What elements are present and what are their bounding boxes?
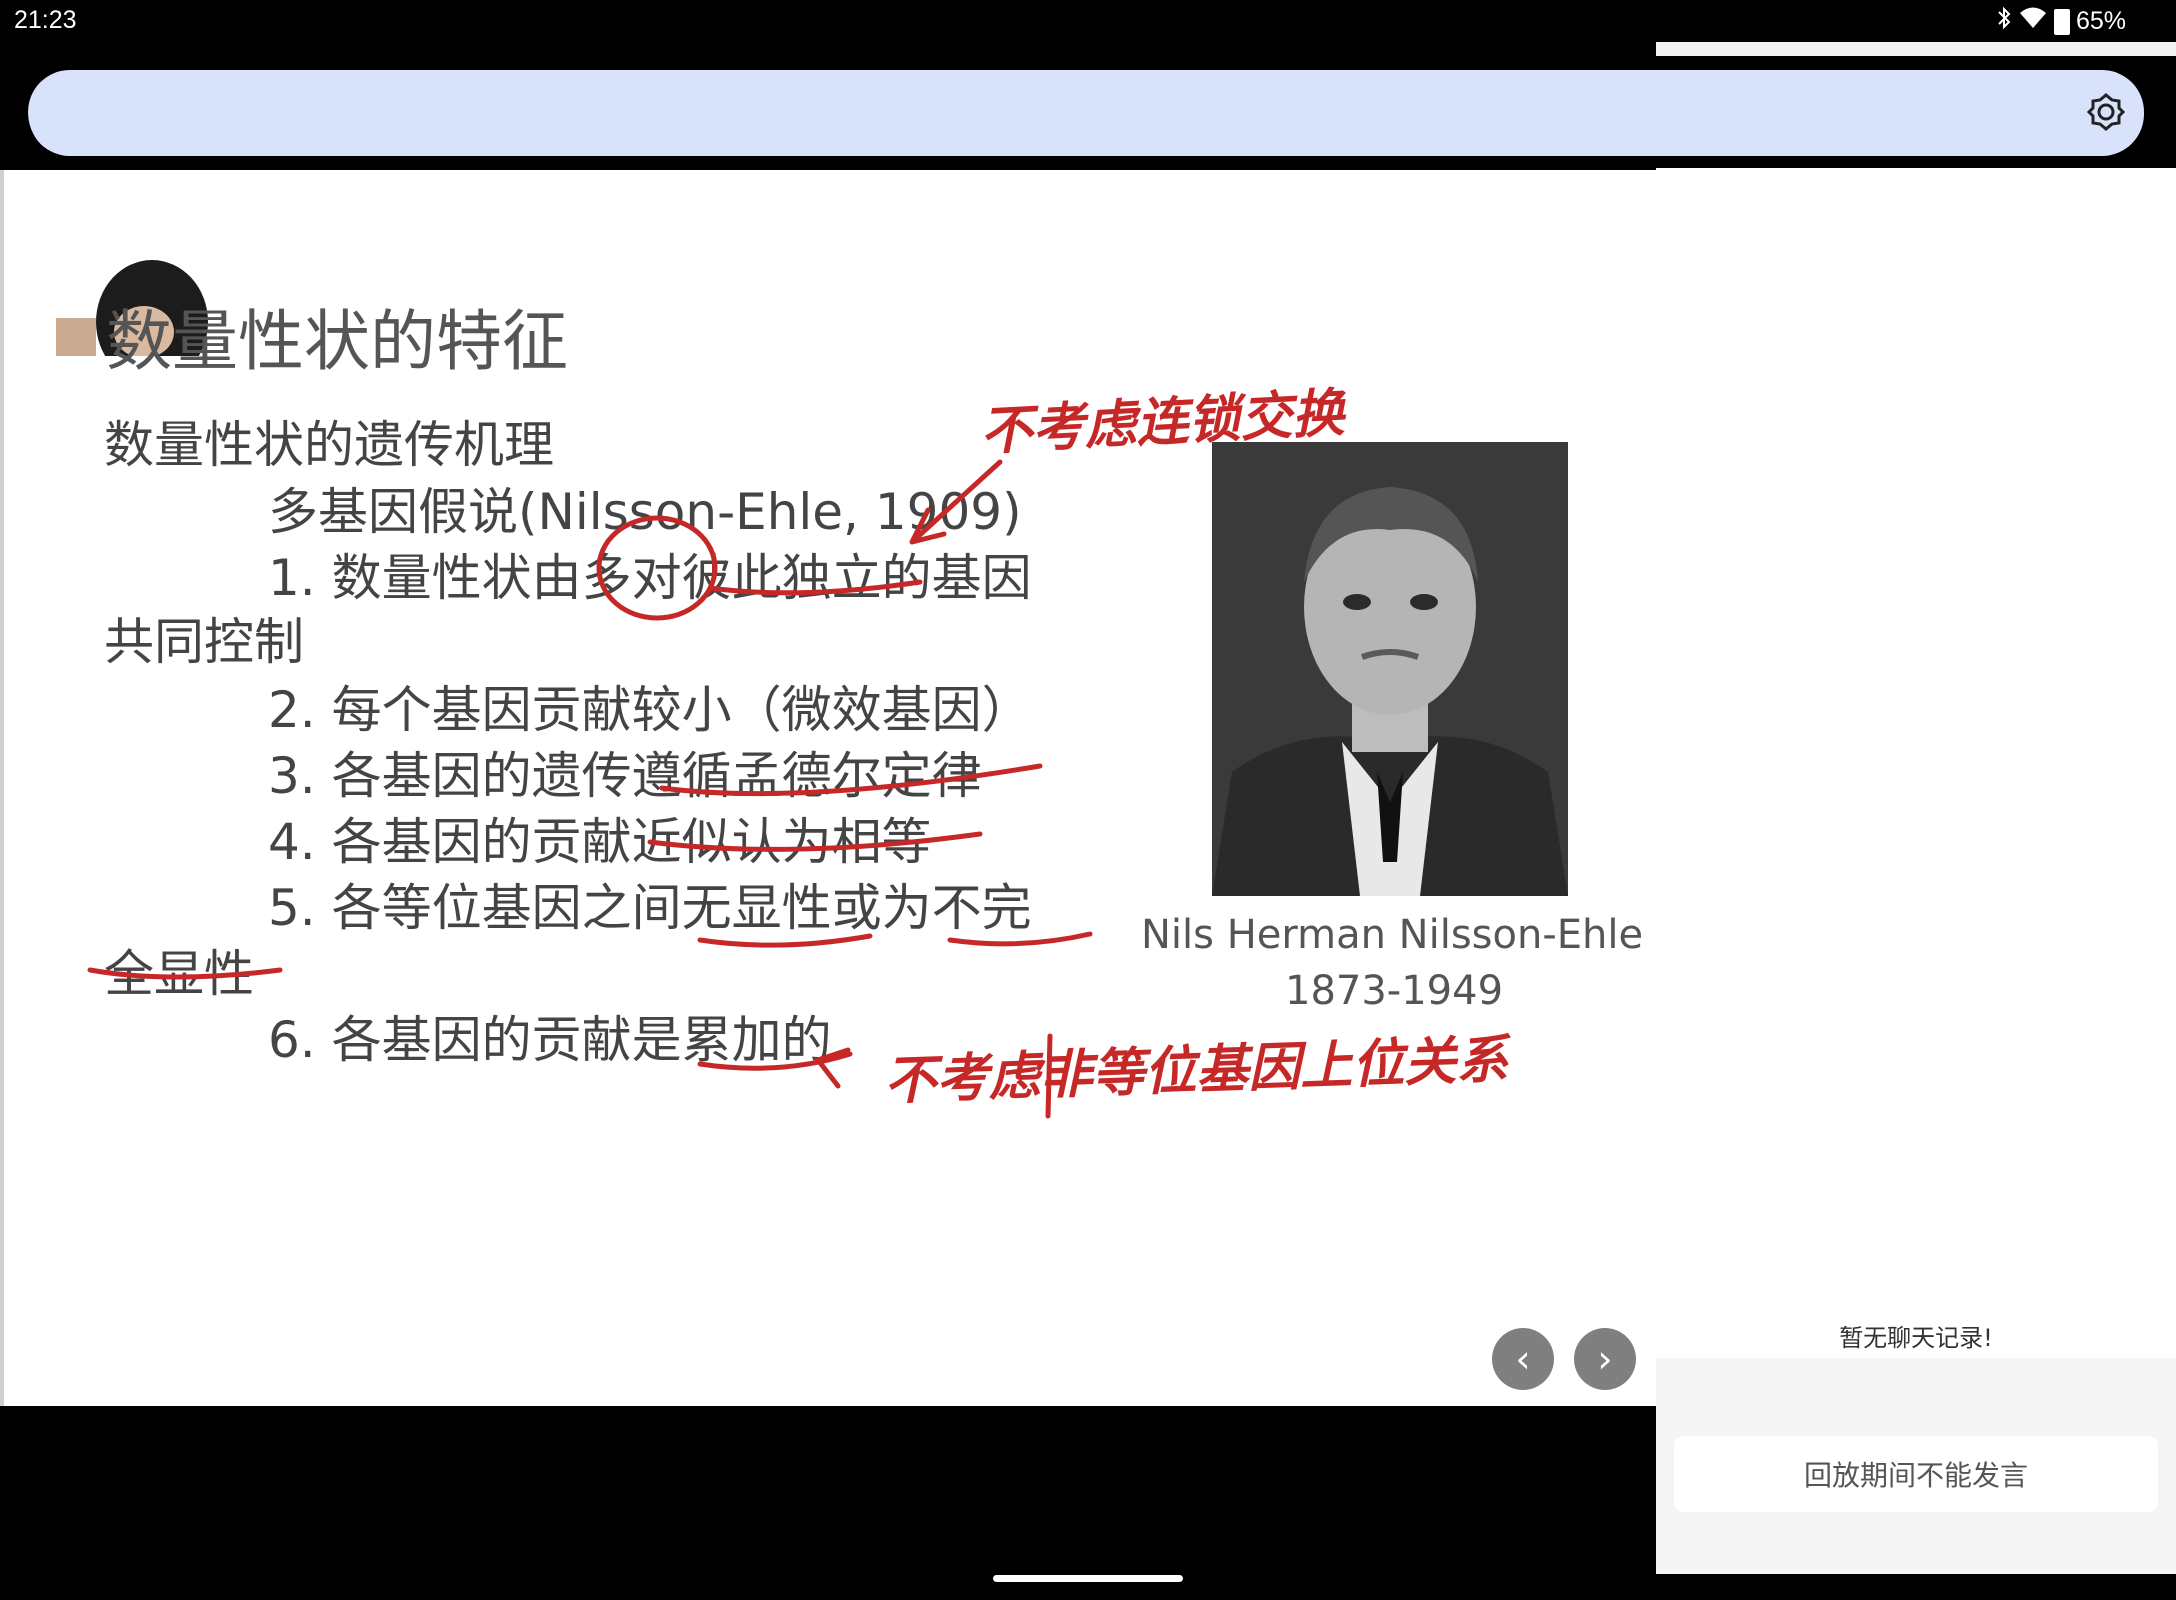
chevron-left-icon: ‹ <box>1515 1337 1531 1381</box>
slide-border <box>0 170 4 1406</box>
battery-icon <box>2053 8 2070 35</box>
chat-empty-message: 暂无聊天记录! <box>1839 1324 1993 1352</box>
brightness-icon[interactable] <box>2086 92 2126 132</box>
arrow-mark <box>909 459 1003 545</box>
next-slide-button[interactable]: › <box>1574 1328 1636 1390</box>
search-input[interactable] <box>28 70 2144 156</box>
panel-top-strip <box>1656 42 2176 56</box>
home-indicator[interactable] <box>993 1575 1183 1582</box>
underline-mark <box>697 933 873 948</box>
circle-mark <box>596 515 718 621</box>
stroke-mark <box>1045 1033 1053 1119</box>
prev-slide-button[interactable]: ‹ <box>1492 1328 1554 1390</box>
annotation-marks <box>87 459 1093 1119</box>
chat-input-text: 回放期间不能发言 <box>1803 1459 2028 1492</box>
slide: 数量性状的特征 数量性状的遗传机理 多基因假说(Nilsson-Ehle, 19… <box>0 170 1656 1406</box>
status-bar: 21:23 65% <box>0 0 2176 42</box>
underline-mark <box>647 831 983 852</box>
status-icons: 65% <box>1996 6 2126 37</box>
chat-input-disabled: 回放期间不能发言 <box>1674 1436 2158 1512</box>
underline-mark <box>707 579 923 596</box>
chevron-right-icon: › <box>1597 1337 1613 1381</box>
battery-percent: 65% <box>2075 7 2126 35</box>
underline-mark <box>87 967 283 980</box>
arrow-mark <box>697 1047 853 1089</box>
underline-mark <box>947 931 1093 947</box>
underline-mark <box>659 763 1043 797</box>
chat-panel: 暂无聊天记录! 回放期间不能发言 <box>1656 168 2176 1574</box>
bluetooth-icon <box>1996 6 2012 37</box>
status-time: 21:23 <box>14 6 77 34</box>
wifi-icon <box>2018 6 2048 37</box>
